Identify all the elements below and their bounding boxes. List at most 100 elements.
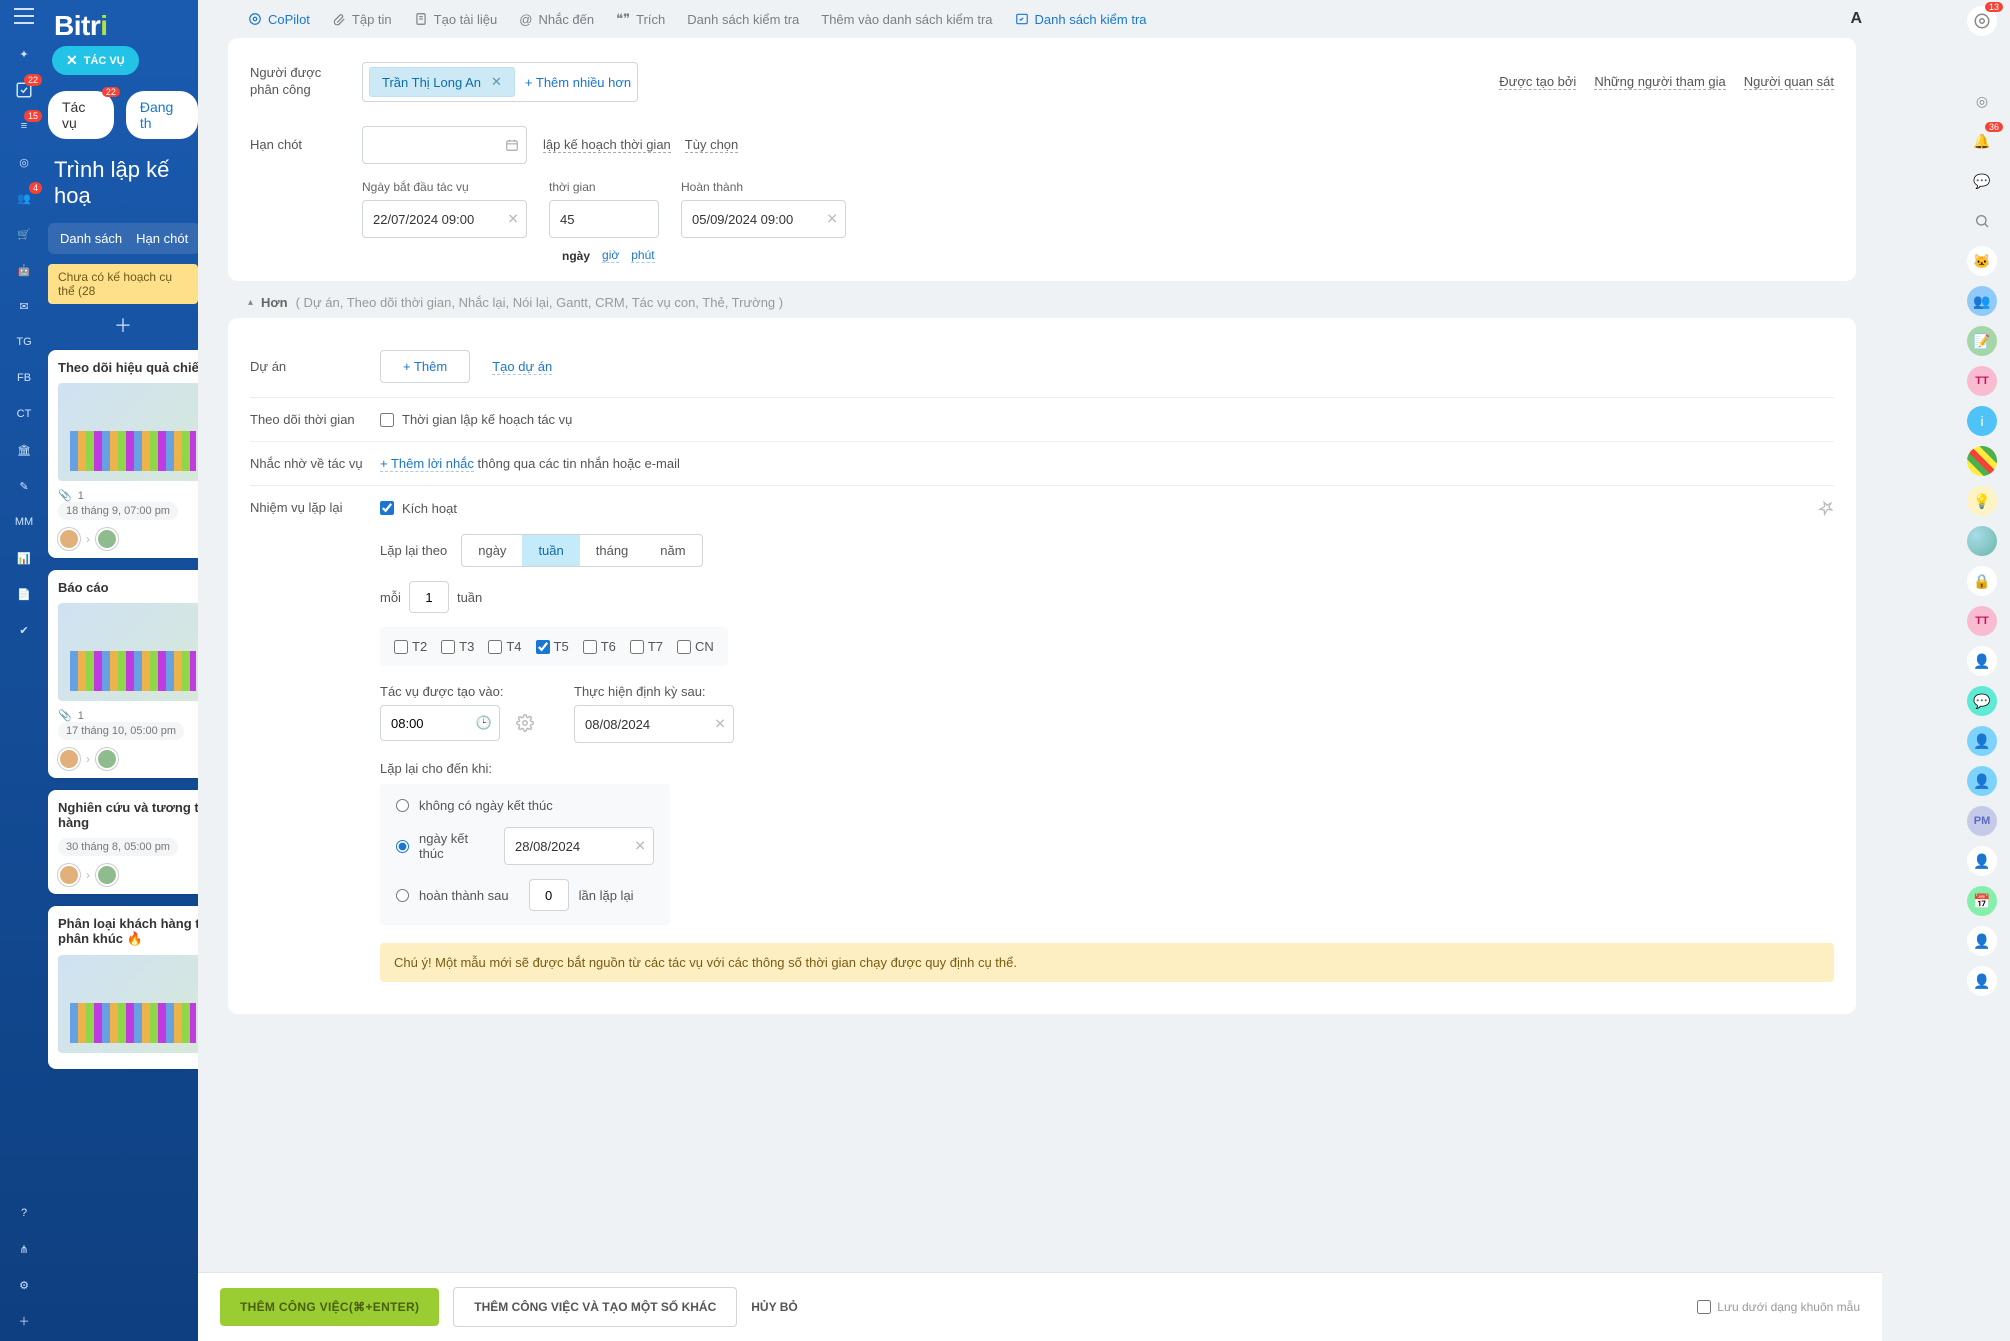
task-card[interactable]: Phân loại khách hàng thàn các phân khúc … xyxy=(48,906,198,1069)
sitemap-icon[interactable]: ⋔ xyxy=(0,1233,48,1265)
remove-assignee-icon[interactable]: ✕ xyxy=(491,74,502,90)
task-card[interactable]: Theo dõi hiệu quả chiến d 📎1 18 tháng 9,… xyxy=(48,350,198,558)
weekday-cn[interactable] xyxy=(677,640,691,654)
start-date-input[interactable] xyxy=(362,200,527,238)
rail-text-fb[interactable]: FB xyxy=(0,362,48,394)
finish-after-radio[interactable] xyxy=(396,889,409,902)
plan-time-link[interactable]: lập kế hoạch thời gian xyxy=(543,137,671,153)
close-icon[interactable]: ✕ xyxy=(66,52,78,69)
weekday-t5[interactable] xyxy=(536,640,550,654)
add-reminder-link[interactable]: + Thêm lời nhắc xyxy=(380,456,474,472)
role-participants[interactable]: Những người tham gia xyxy=(1594,74,1725,90)
repeat-every-input[interactable] xyxy=(409,581,449,613)
add-project-button[interactable]: + Thêm xyxy=(380,350,470,383)
rail-item[interactable]: 🏛 xyxy=(0,434,48,466)
task-card[interactable]: Báo cáo 📎1 17 tháng 10, 05:00 pm › xyxy=(48,570,198,778)
deadline-input[interactable] xyxy=(362,126,527,164)
plus-icon[interactable]: ＋ xyxy=(0,1305,48,1337)
recur-after-input[interactable] xyxy=(574,705,734,743)
weekday-t2[interactable] xyxy=(394,640,408,654)
stripes-avatar[interactable] xyxy=(1967,446,1997,476)
toolbar-doc[interactable]: Tạo tài liệu xyxy=(414,12,498,27)
rail-text-ct[interactable]: CT xyxy=(0,398,48,430)
end-date-value-input[interactable] xyxy=(504,827,654,865)
role-observers[interactable]: Người quan sát xyxy=(1744,74,1834,90)
clear-icon[interactable]: ✕ xyxy=(826,211,838,228)
rail-item[interactable]: ✉ xyxy=(0,290,48,322)
rail-item[interactable]: ✦ xyxy=(0,38,48,70)
end-date-radio[interactable] xyxy=(396,840,409,853)
contact-green[interactable]: 📝 xyxy=(1967,326,1997,356)
role-creator[interactable]: Được tạo bởi xyxy=(1499,74,1576,90)
tab-tasks[interactable]: Tác vụ 22 xyxy=(48,91,114,139)
unit-min[interactable]: phút xyxy=(631,248,654,263)
gear-icon[interactable]: ⚙ xyxy=(0,1269,48,1301)
chat-icon[interactable]: 💬 xyxy=(1967,166,1997,196)
toolbar-checklist[interactable]: Danh sách kiểm tra xyxy=(687,12,799,27)
toolbar-copilot[interactable]: CoPilot xyxy=(248,12,310,27)
info-icon[interactable]: i xyxy=(1967,406,1997,436)
copilot-bubble[interactable] xyxy=(1967,6,1997,36)
add-and-create-another-button[interactable]: THÊM CÔNG VIỆC VÀ TẠO MỘT SỐ KHÁC xyxy=(453,1287,737,1327)
period-year[interactable]: năm xyxy=(644,535,701,566)
search-icon[interactable] xyxy=(1967,206,1997,236)
rail-item[interactable]: 🛒 xyxy=(0,218,48,250)
toolbar-mention[interactable]: @ Nhắc đến xyxy=(519,12,594,27)
end-date-input[interactable] xyxy=(681,200,846,238)
rail-item[interactable]: 📊 xyxy=(0,542,48,574)
unscheduled-banner[interactable]: Chưa có kế hoạch cụ thể (28 xyxy=(48,264,198,304)
rail-text-mm[interactable]: MM xyxy=(0,506,48,538)
avatar[interactable]: 👤 xyxy=(1967,846,1997,876)
period-day[interactable]: ngày xyxy=(462,535,522,566)
font-size-toggle[interactable]: A xyxy=(1850,10,1862,28)
add-task-button[interactable]: THÊM CÔNG VIỆC(⌘+ENTER) xyxy=(220,1288,439,1326)
period-week[interactable]: tuần xyxy=(522,535,579,566)
clear-icon[interactable]: ✕ xyxy=(507,211,519,228)
earth-avatar[interactable] xyxy=(1967,526,1997,556)
avatar[interactable]: 👤 xyxy=(1967,966,1997,996)
rail-item[interactable]: ✔ xyxy=(0,614,48,646)
clear-icon[interactable]: ✕ xyxy=(634,838,646,855)
bulb-icon[interactable]: 💡 xyxy=(1967,486,1997,516)
gear-icon[interactable] xyxy=(516,714,534,732)
toolbar-quote[interactable]: ❝❞ Trích xyxy=(616,11,665,27)
weekday-t3[interactable] xyxy=(441,640,455,654)
weekday-t4[interactable] xyxy=(488,640,502,654)
period-month[interactable]: tháng xyxy=(580,535,645,566)
add-more-assignee[interactable]: + Thêm nhiều hơn xyxy=(525,75,631,90)
avatar[interactable]: 👤 xyxy=(1967,926,1997,956)
options-link[interactable]: Tùy chọn xyxy=(685,137,738,153)
contact-blue[interactable]: 👥 xyxy=(1967,286,1997,316)
more-toggle[interactable]: ▴ Hơn ( Dự án, Theo dõi thời gian, Nhắc … xyxy=(228,281,1856,312)
avatar-sky2[interactable]: 👤 xyxy=(1967,766,1997,796)
finish-after-input[interactable] xyxy=(529,879,569,911)
help-icon[interactable]: ? xyxy=(0,1197,48,1229)
toolbar-file[interactable]: Tập tin xyxy=(332,12,392,27)
no-end-radio[interactable] xyxy=(396,799,409,812)
duration-input[interactable] xyxy=(549,200,659,238)
lock-icon[interactable]: 🔒 xyxy=(1967,566,1997,596)
create-project-link[interactable]: Tạo dự án xyxy=(492,359,552,375)
rail-item[interactable]: 🤖 xyxy=(0,254,48,286)
menu-icon[interactable] xyxy=(14,8,34,24)
add-column-icon[interactable]: ＋ xyxy=(48,312,198,338)
avatar-tt2[interactable]: TT xyxy=(1967,606,1997,636)
rail-item-tasks[interactable]: 22 xyxy=(0,74,48,106)
unit-day[interactable]: ngày xyxy=(562,249,590,263)
target-icon[interactable]: ◎ xyxy=(1967,86,1997,116)
rail-text-tg[interactable]: TG xyxy=(0,326,48,358)
bell-icon[interactable]: 🔔 xyxy=(1967,126,1997,156)
pin-icon[interactable] xyxy=(1818,500,1834,516)
save-template-checkbox[interactable] xyxy=(1697,1300,1711,1314)
tab-in-progress[interactable]: Đang th xyxy=(126,91,198,139)
tracking-checkbox[interactable] xyxy=(380,413,394,427)
avatar-sky[interactable]: 👤 xyxy=(1967,726,1997,756)
avatar-pm[interactable]: PM xyxy=(1967,806,1997,836)
weekday-t6[interactable] xyxy=(583,640,597,654)
toolbar-add-checklist[interactable]: Thêm vào danh sách kiểm tra xyxy=(821,12,992,27)
rail-item[interactable]: ≡15 xyxy=(0,110,48,142)
assignee-input[interactable]: Trần Thị Long An ✕ + Thêm nhiều hơn xyxy=(362,62,638,102)
unit-hour[interactable]: giờ xyxy=(602,248,619,263)
calendar-icon[interactable]: 📅 xyxy=(1967,886,1997,916)
create-task-pill[interactable]: ✕ TÁC VỤ xyxy=(52,46,139,75)
